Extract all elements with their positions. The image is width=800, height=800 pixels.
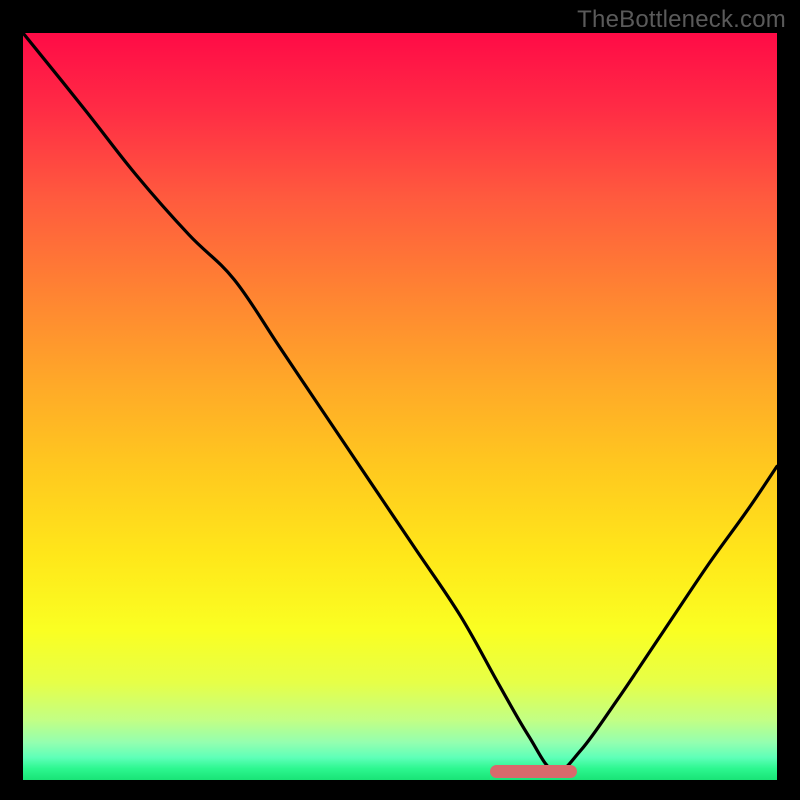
optimal-range-marker xyxy=(490,765,577,778)
bottleneck-curve xyxy=(23,33,777,780)
plot-area xyxy=(23,33,777,780)
watermark-text: TheBottleneck.com xyxy=(577,6,786,34)
